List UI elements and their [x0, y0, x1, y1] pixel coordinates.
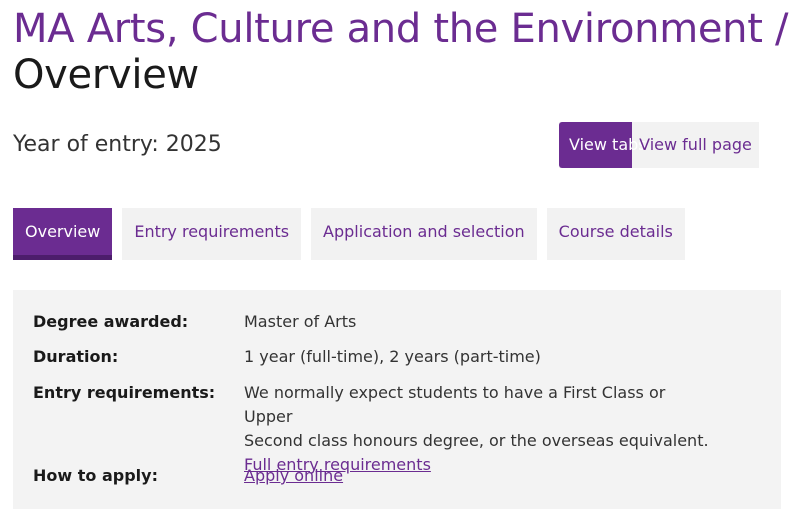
- tab-entry-requirements[interactable]: Entry requirements: [122, 208, 302, 260]
- degree-label: Degree awarded:: [33, 312, 189, 331]
- course-title: MA Arts, Culture and the Environment: [13, 6, 763, 52]
- course-tabs: Overview Entry requirements Application …: [13, 208, 685, 260]
- apply-online-link[interactable]: Apply online: [244, 466, 343, 485]
- tab-overview[interactable]: Overview: [13, 208, 113, 260]
- course-summary-panel: Degree awarded: Master of Arts Duration:…: [13, 290, 781, 509]
- how-to-apply-value: Apply online: [244, 464, 714, 488]
- tab-course-details[interactable]: Course details: [546, 208, 685, 260]
- view-full-page-button[interactable]: View full page: [632, 122, 759, 168]
- year-of-entry: Year of entry: 2025: [13, 132, 222, 157]
- course-page: MA Arts, Culture and the Environment / O…: [0, 0, 792, 515]
- title-separator: /: [775, 6, 789, 52]
- how-to-apply-label: How to apply:: [33, 466, 158, 485]
- view-mode-toggle: View tabs View full page: [559, 122, 759, 168]
- duration-value: 1 year (full-time), 2 years (part-time): [244, 347, 541, 366]
- entry-requirements-value: We normally expect students to have a Fi…: [244, 381, 714, 477]
- section-title: Overview: [13, 52, 199, 98]
- entry-requirements-text-line2: Second class honours degree, or the over…: [244, 431, 709, 450]
- page-title: MA Arts, Culture and the Environment / O…: [13, 6, 789, 98]
- entry-requirements-label: Entry requirements:: [33, 383, 216, 402]
- degree-value: Master of Arts: [244, 312, 357, 331]
- duration-label: Duration:: [33, 347, 119, 366]
- entry-requirements-text-line1: We normally expect students to have a Fi…: [244, 383, 666, 426]
- view-tabs-button[interactable]: View tabs: [559, 122, 647, 168]
- tab-application-and-selection[interactable]: Application and selection: [311, 208, 537, 260]
